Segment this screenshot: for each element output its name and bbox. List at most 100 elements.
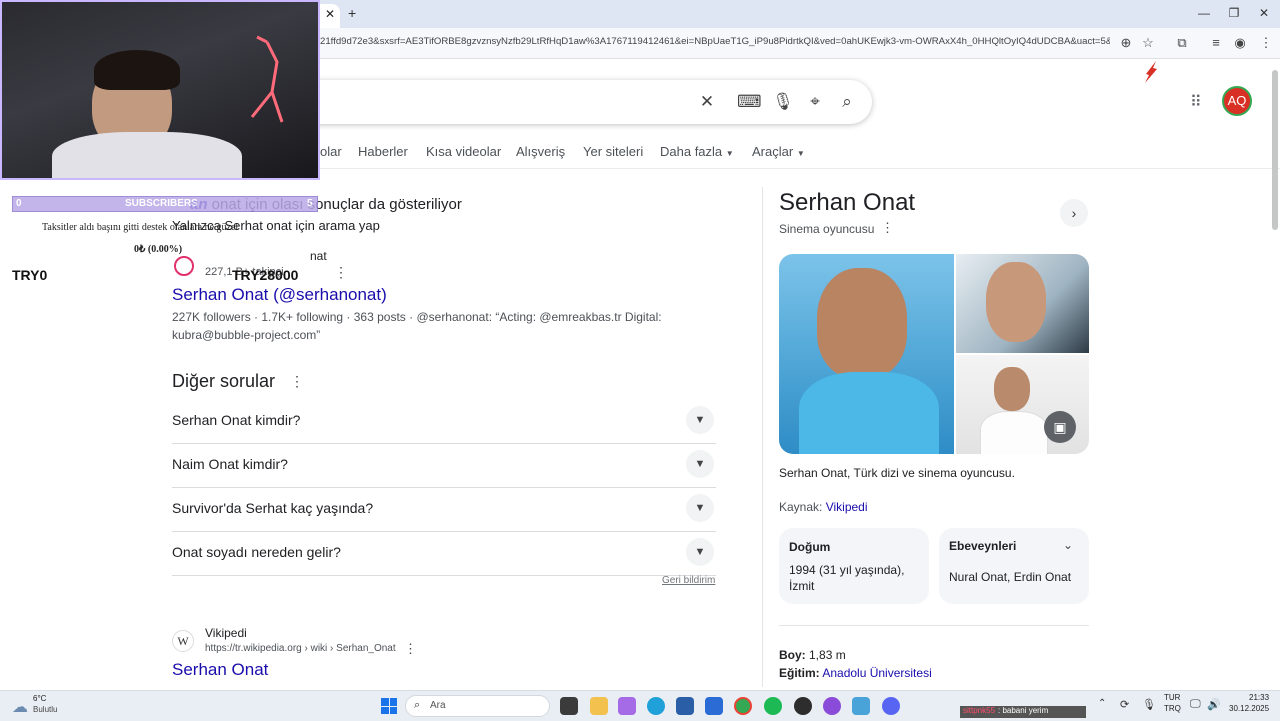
menu-icon[interactable]: ⋮ (1258, 35, 1274, 51)
windows-start-icon[interactable] (381, 698, 397, 714)
minimize-icon[interactable]: — (1194, 6, 1214, 20)
kp-source-link[interactable]: Vikipedi (826, 500, 868, 514)
more-options-icon[interactable]: ⋮ (290, 373, 304, 390)
tray-app-icon[interactable]: ⟳ (1120, 698, 1129, 711)
faq-item[interactable]: Survivor'da Serhat kaç yaşında? ▼ (172, 487, 716, 532)
search-icon: ⌕ (414, 699, 421, 711)
kp-more-icon[interactable]: ⋮ (881, 220, 894, 236)
weather-temp[interactable]: 6°C (33, 694, 46, 703)
scrollbar-thumb[interactable] (1272, 70, 1278, 230)
tray-chevron-icon[interactable]: ⌃ (1098, 698, 1106, 709)
birth-label: Doğum (789, 540, 831, 554)
instagram-icon (174, 256, 194, 276)
kp-title: Serhan Onat (779, 189, 916, 216)
chevron-down-icon[interactable]: ▼ (686, 406, 714, 434)
chat-overlay: sittpnk55 : babani yerim (960, 706, 1086, 718)
taskbar-search[interactable]: ⌕ Ara (405, 695, 550, 717)
task-view-icon[interactable] (560, 697, 578, 715)
restore-icon[interactable]: ❐ (1224, 6, 1244, 20)
faq-item[interactable]: Naim Onat kimdir? ▼ (172, 443, 716, 488)
clear-search-icon[interactable]: ✕ (696, 92, 718, 112)
tab-places[interactable]: Yer siteleri (583, 144, 643, 159)
kp-photo-main[interactable] (779, 254, 954, 454)
volume-icon[interactable]: 🔊 (1207, 698, 1221, 711)
url-text[interactable]: 21ffd9d72e3&sxsrf=AE3TifORBE8gzvznsyNzfb… (320, 36, 1110, 47)
tab-short-videos[interactable]: Kısa videolar (426, 144, 501, 159)
edge-icon[interactable] (647, 697, 665, 715)
keyboard-icon[interactable]: ⌨ (737, 92, 762, 112)
overlay-money: 0₺ (0.00%) (134, 244, 183, 255)
clock-time[interactable]: 21:33 (1249, 693, 1269, 702)
image-gallery-icon[interactable]: ▣ (1044, 411, 1076, 443)
faq-question: Onat soyadı nereden gelir? (172, 544, 341, 560)
shirt-shape (980, 411, 1048, 454)
chevron-down-icon[interactable]: ▼ (686, 538, 714, 566)
tab-tools[interactable]: Araçlar ▼ (752, 144, 805, 159)
panel-divider (762, 187, 763, 687)
faq-item[interactable]: Onat soyadı nereden gelir? ▼ (172, 531, 716, 576)
feedback-link[interactable]: Geri bildirim (662, 575, 715, 586)
other-questions-heading: Diğer sorular (172, 371, 276, 391)
kp-subtitle: Sinema oyuncusu (779, 222, 875, 236)
copilot-icon[interactable] (618, 697, 636, 715)
birth-card[interactable]: Doğum 1994 (31 yıl yaşında), İzmit (779, 528, 929, 604)
result-more-icon[interactable]: ⋮ (334, 264, 348, 281)
apps-grid-icon[interactable]: ⠿ (1190, 92, 1210, 112)
tab-partial[interactable]: olar (320, 144, 342, 159)
faq-item[interactable]: Serhan Onat kimdir? ▼ (172, 399, 716, 444)
language-2[interactable]: TRQ (1164, 704, 1181, 713)
kp-photo-third[interactable]: ▣ (956, 355, 1089, 454)
steam-icon[interactable] (794, 697, 812, 715)
height-value: 1,83 m (805, 648, 846, 662)
chevron-right-icon[interactable]: › (1060, 199, 1088, 227)
chat-user: sittpnk55 (963, 706, 996, 715)
discord-icon[interactable] (882, 697, 900, 715)
window-close-icon[interactable]: ✕ (1254, 6, 1274, 20)
spotify-icon[interactable] (764, 697, 782, 715)
tab-tools-label: Araçlar (752, 144, 794, 159)
hoodie-shape (52, 132, 242, 178)
media-icon[interactable]: ≡ (1208, 35, 1224, 50)
education-link[interactable]: Anadolu Üniversitesi (822, 666, 931, 680)
result-more-icon[interactable]: ⋮ (404, 641, 417, 657)
shirt-shape (799, 372, 939, 454)
sub-count-right: 5 (307, 198, 313, 209)
kp-photo-secondary[interactable] (956, 254, 1089, 353)
chrome-icon[interactable] (734, 697, 752, 715)
zoom-icon[interactable]: ⊕ (1118, 35, 1134, 51)
tab-shopping[interactable]: Alışveriş (516, 144, 565, 159)
network-icon[interactable]: 🖵 (1190, 698, 1201, 711)
instagram-result-title[interactable]: Serhan Onat (@serhanonat) (172, 285, 387, 305)
lens-icon[interactable]: ⌖ (804, 92, 826, 112)
search-input[interactable]: ✕ ⌨ 🎙 ⌖ ⌕ (300, 80, 872, 124)
wiki-result-title[interactable]: Serhan Onat (172, 660, 268, 680)
settings-icon[interactable] (852, 697, 870, 715)
profile-icon[interactable]: ◉ (1232, 35, 1248, 51)
parents-card[interactable]: Ebeveynleri ⌄ Nural Onat, Erdin Onat (939, 528, 1089, 604)
tab-more[interactable]: Daha fazla ▼ (660, 144, 734, 159)
chevron-down-icon[interactable]: ▼ (686, 450, 714, 478)
outlook-icon[interactable] (705, 697, 723, 715)
result-snippet: kubra@bubble-project.com” (172, 328, 321, 342)
tab-news[interactable]: Haberler (358, 144, 408, 159)
extensions-icon[interactable]: ⧉ (1174, 35, 1190, 51)
webcam-overlay (0, 0, 320, 180)
clock-date[interactable]: 30.12.2025 (1229, 704, 1269, 713)
obs-icon[interactable] (823, 697, 841, 715)
search-icon[interactable]: ⌕ (836, 92, 858, 112)
bookmark-star-icon[interactable]: ☆ (1140, 35, 1156, 51)
new-tab-icon[interactable]: + (348, 5, 356, 21)
store-icon[interactable] (676, 697, 694, 715)
caret-down-icon: ▼ (725, 149, 734, 158)
microphone-icon[interactable]: 🎙 (1142, 698, 1156, 711)
account-avatar[interactable]: AQ (1222, 86, 1252, 116)
language-1[interactable]: TUR (1164, 693, 1180, 702)
faq-question: Serhan Onat kimdir? (172, 412, 301, 428)
chevron-down-icon[interactable]: ⌄ (1063, 538, 1073, 552)
sub-label: SUBSCRIBERS (125, 198, 198, 209)
weather-desc[interactable]: Bulutlu (33, 705, 57, 714)
chevron-down-icon[interactable]: ▼ (686, 494, 714, 522)
file-explorer-icon[interactable] (590, 697, 608, 715)
close-tab-icon[interactable]: ✕ (325, 7, 335, 21)
microphone-icon[interactable]: 🎙 (772, 92, 794, 112)
